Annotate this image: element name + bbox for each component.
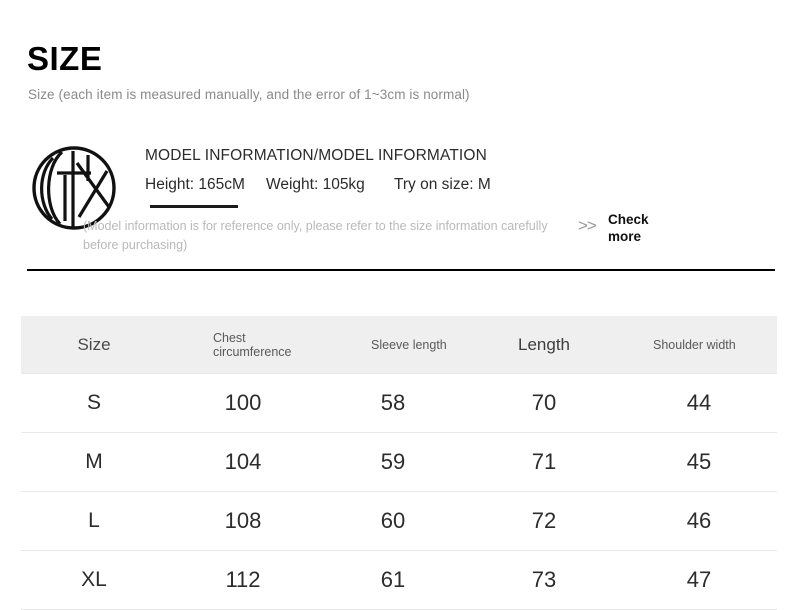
size-chart-table: Size Chest circumference Sleeve length L… <box>21 316 777 610</box>
column-header-length-label: Length <box>518 334 570 354</box>
cell-size: M <box>21 432 167 492</box>
cell-shoulder-width: 44 <box>621 373 777 433</box>
model-information-disclaimer: (Model information is for reference only… <box>83 219 548 252</box>
table-row: XL 112 61 73 47 <box>21 550 777 610</box>
table-row: S 100 58 70 44 <box>21 373 777 433</box>
cell-sleeve-length: 58 <box>319 373 467 433</box>
column-header-shoulder-width: Shoulder width <box>621 316 777 374</box>
column-header-chest-label: Chest circumference <box>213 330 292 359</box>
cell-length: 71 <box>467 432 621 492</box>
cell-size: XL <box>21 550 167 610</box>
height-underline-accent <box>150 205 238 208</box>
model-information-title: MODEL INFORMATION/MODEL INFORMATION <box>145 147 487 164</box>
model-height: Height: 165cM <box>145 176 245 193</box>
cell-shoulder-width: 46 <box>621 491 777 551</box>
chevron-right-double-icon[interactable]: >> <box>578 216 597 236</box>
cell-chest-circumference: 104 <box>167 432 319 492</box>
column-header-length: Length <box>467 316 621 374</box>
table-header-row: Size Chest circumference Sleeve length L… <box>21 316 777 374</box>
cell-shoulder-width: 45 <box>621 432 777 492</box>
cell-sleeve-length: 61 <box>319 550 467 610</box>
cell-chest-circumference: 108 <box>167 491 319 551</box>
cell-shoulder-width: 47 <box>621 550 777 610</box>
column-header-shoulder-label: Shoulder width <box>653 337 736 352</box>
column-header-sleeve-label: Sleeve length <box>371 337 447 352</box>
page-subtitle: Size (each item is measured manually, an… <box>28 87 470 102</box>
cell-size: L <box>21 491 167 551</box>
model-try-on-size: Try on size: M <box>394 176 491 193</box>
cell-sleeve-length: 59 <box>319 432 467 492</box>
cell-sleeve-length: 60 <box>319 491 467 551</box>
column-header-sleeve-length: Sleeve length <box>319 316 467 374</box>
cell-chest-circumference: 100 <box>167 373 319 433</box>
section-divider <box>27 269 775 271</box>
cell-length: 73 <box>467 550 621 610</box>
model-weight: Weight: 105kg <box>266 176 365 193</box>
column-header-chest-circumference: Chest circumference <box>167 316 319 374</box>
table-row: L 108 60 72 46 <box>21 491 777 551</box>
table-row: M 104 59 71 45 <box>21 432 777 492</box>
cell-length: 72 <box>467 491 621 551</box>
cell-length: 70 <box>467 373 621 433</box>
column-header-size-label: Size <box>77 334 111 354</box>
page-title: SIZE <box>27 40 103 77</box>
cell-chest-circumference: 112 <box>167 550 319 610</box>
cell-size: S <box>21 373 167 433</box>
column-header-size: Size <box>21 316 167 374</box>
check-more-link[interactable]: Check more <box>608 211 670 245</box>
